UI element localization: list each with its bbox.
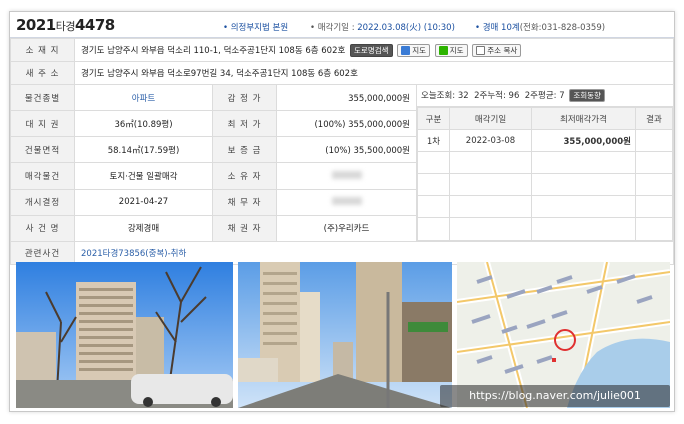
land-value: 36㎡(10.89평): [74, 110, 213, 138]
road-search-button[interactable]: 도로명검색: [350, 43, 393, 57]
debtor-value: [276, 188, 417, 216]
building-label: 건물면적: [10, 136, 75, 164]
start-label: 개시결정: [10, 188, 75, 216]
case-type: 타경: [55, 20, 76, 33]
land-label: 대 지 권: [10, 110, 75, 138]
bid-round: 1차: [417, 129, 450, 152]
bid-header-price: 최저매각가격: [531, 107, 636, 130]
bid-header-round: 구분: [417, 107, 450, 130]
today-views: 32: [457, 91, 469, 101]
copy-address-button[interactable]: 주소 복사: [472, 43, 522, 57]
blog-watermark: https://blog.naver.com/julie001: [440, 385, 670, 407]
location-cell: 경기도 남양주시 와부읍 덕소리 110-1, 덕소주공1단지 108동 6층 …: [74, 38, 674, 62]
case-name-value: 강제경매: [74, 214, 213, 243]
location-value: 경기도 남양주시 와부읍 덕소리 110-1, 덕소주공1단지 108동 6층 …: [81, 45, 346, 56]
min-price-label: 최 저 가: [212, 110, 277, 138]
type-value[interactable]: 아파트: [74, 83, 213, 112]
appraisal-value: 355,000,000원: [276, 83, 417, 112]
bid-header-result: 결과: [635, 107, 673, 130]
type-label: 물건종별: [10, 83, 75, 112]
owner-value: [276, 162, 417, 190]
case-info-table: 소 재 지 경기도 남양주시 와부읍 덕소리 110-1, 덕소주공1단지 10…: [10, 38, 674, 265]
min-price-value: (100%) 355,000,000원: [276, 110, 417, 138]
start-value: 2021-04-27: [74, 188, 213, 216]
case-year: 2021: [16, 16, 56, 34]
view-trend-button[interactable]: 조회동향: [569, 89, 605, 102]
deposit-label: 보 증 금: [212, 136, 277, 164]
naver-map-button[interactable]: 지도: [434, 43, 468, 57]
dept-phone: (전화:031-828-0359): [519, 23, 606, 33]
building-value: 58.14㎡(17.59평): [74, 136, 213, 164]
bid-date: 2022-03-08: [449, 129, 532, 152]
bid-header-date: 매각기일: [449, 107, 532, 130]
daum-map-button[interactable]: 지도: [397, 43, 431, 57]
new-address-label: 새 주 소: [10, 61, 75, 85]
bid-result: [635, 129, 673, 152]
daum-map-icon: [401, 46, 411, 55]
sale-object-value: 토지·건물 일괄매각: [74, 162, 213, 190]
dept-info: • 경매 10계(전화:031-828-0359): [475, 23, 606, 33]
case-name-label: 사 건 명: [10, 214, 75, 243]
sale-date: 2022.03.08(火) (10:30): [357, 23, 455, 33]
case-title: 2021타경4478: [16, 16, 115, 34]
owner-label: 소 유 자: [212, 162, 277, 190]
debtor-redacted: [331, 196, 362, 205]
auction-detail-panel: 2021타경4478 • 의정부지법 본원 • 매각기일 : 2022.03.0…: [9, 11, 675, 412]
view-stats: 오늘조회: 32 2주누적: 96 2주평균: 7 조회동향: [417, 85, 673, 107]
auction-dept: 경매 10계: [482, 23, 520, 33]
sale-object-label: 매각물건: [10, 162, 75, 190]
apartment-photo-1[interactable]: [16, 262, 233, 408]
two-week-average: 7: [559, 91, 565, 101]
deposit-value: (10%) 35,500,000원: [276, 136, 417, 164]
location-label: 소 재 지: [10, 38, 75, 62]
apartment-photo-2[interactable]: [238, 262, 452, 408]
naver-map-icon: [438, 46, 448, 55]
appraisal-label: 감 정 가: [212, 83, 277, 112]
bid-row: 1차 2022-03-08 355,000,000원: [417, 129, 673, 152]
court-info: • 의정부지법 본원: [223, 23, 289, 33]
debtor-label: 채 무 자: [212, 188, 277, 216]
case-header: 2021타경4478 • 의정부지법 본원 • 매각기일 : 2022.03.0…: [10, 12, 674, 38]
bid-history-table: 구분 매각기일 최저매각가격 결과 1차 2022-03-08 355,000,…: [417, 107, 673, 241]
bid-price: 355,000,000원: [531, 129, 636, 152]
copy-icon: [476, 46, 486, 55]
creditor-value: (주)우리카드: [276, 214, 417, 243]
new-address-value: 경기도 남양주시 와부읍 덕소로97번길 34, 덕소주공1단지 108동 6층…: [74, 61, 674, 85]
two-week-views: 96: [508, 91, 520, 101]
owner-redacted: [331, 170, 362, 179]
court-name[interactable]: 의정부지법 본원: [231, 23, 288, 33]
right-panel: 오늘조회: 32 2주누적: 96 2주평균: 7 조회동향 구분 매각기일 최…: [416, 84, 674, 242]
sale-date-info: • 매각기일 : 2022.03.08(火) (10:30): [310, 23, 455, 33]
creditor-label: 채 권 자: [212, 214, 277, 243]
case-number: 4478: [75, 16, 115, 34]
